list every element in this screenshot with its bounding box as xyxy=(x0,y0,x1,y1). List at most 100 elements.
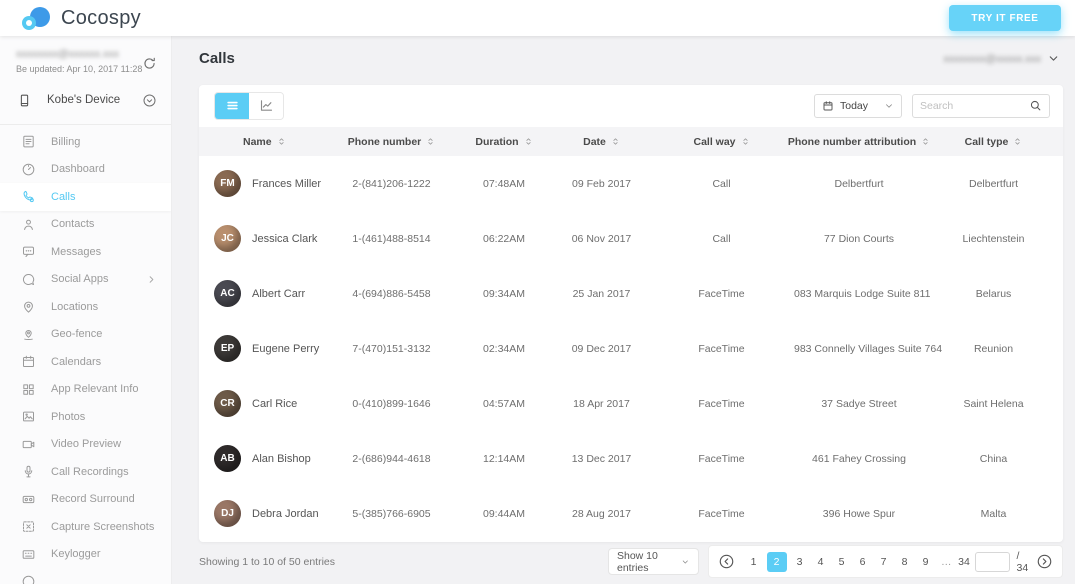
page-number-8[interactable]: 8 xyxy=(897,552,913,572)
chart-view-button[interactable] xyxy=(249,93,283,119)
sidebar-item-label: Billing xyxy=(51,136,80,148)
chevron-down-icon xyxy=(884,101,894,111)
page-number-last[interactable]: 34 xyxy=(956,552,972,572)
sort-icon[interactable] xyxy=(277,135,286,148)
sidebar-item-label: Social Apps xyxy=(51,273,108,285)
attribution-cell: 37 Sadye Street xyxy=(794,398,924,410)
contact-name: Carl Rice xyxy=(252,398,297,410)
account-block: xxxxxxxx@xxxxxx.xxx Be updated: Apr 10, … xyxy=(0,36,171,74)
sidebar-item-contacts[interactable]: Contacts xyxy=(0,211,171,239)
page-number-6[interactable]: 6 xyxy=(855,552,871,572)
avatar: EP xyxy=(214,335,241,362)
column-header-name[interactable]: Name xyxy=(199,135,329,148)
sidebar-item-capture-screenshots[interactable]: Capture Screenshots xyxy=(0,513,171,541)
sidebar-item-social-apps[interactable]: Social Apps xyxy=(0,266,171,294)
show-entries-dropdown[interactable]: Show 10 entries xyxy=(608,548,699,575)
column-header-date[interactable]: Date xyxy=(554,135,649,148)
column-header-phone-number[interactable]: Phone number xyxy=(329,135,454,148)
calendar-icon xyxy=(822,100,834,112)
sort-icon[interactable] xyxy=(741,135,750,148)
try-it-free-button[interactable]: TRY IT FREE xyxy=(949,5,1061,31)
sidebar-item-record-surround[interactable]: Record Surround xyxy=(0,486,171,514)
prev-page-icon[interactable] xyxy=(718,553,735,570)
contact-name: Debra Jordan xyxy=(252,508,319,520)
chart-icon xyxy=(259,98,274,113)
page-number-4[interactable]: 4 xyxy=(813,552,829,572)
call-type-cell: Saint Helena xyxy=(924,398,1063,410)
table-header: Name Phone number Duration Date Call way… xyxy=(199,127,1063,156)
duration-cell: 04:57AM xyxy=(454,398,554,410)
sidebar-item-calendars[interactable]: Calendars xyxy=(0,348,171,376)
sidebar-item-call-recordings[interactable]: Call Recordings xyxy=(0,458,171,486)
attribution-cell: 983 Connelly Villages Suite 764 xyxy=(794,343,924,355)
toolbar: Today xyxy=(199,85,1063,118)
device-selector[interactable]: Kobe's Device xyxy=(0,86,171,114)
search-input[interactable] xyxy=(920,100,1029,112)
pagination-bar: 123456789 … 34 / 34 xyxy=(708,545,1063,578)
recorder-icon xyxy=(21,492,36,507)
sort-icon[interactable] xyxy=(426,135,435,148)
call-way-cell: FaceTime xyxy=(649,398,794,410)
date-filter-dropdown[interactable]: Today xyxy=(814,94,902,118)
page-number-1[interactable]: 1 xyxy=(746,552,762,572)
showing-entries-text: Showing 1 to 10 of 50 entries xyxy=(199,556,335,568)
column-header-call-type[interactable]: Call type xyxy=(924,135,1063,148)
sidebar-item-geo-fence[interactable]: Geo-fence xyxy=(0,321,171,349)
sidebar-item-label: Calls xyxy=(51,191,75,203)
call-type-cell: Malta xyxy=(924,508,1063,520)
list-view-button[interactable] xyxy=(215,93,249,119)
sidebar-item-keylogger[interactable]: Keylogger xyxy=(0,541,171,569)
sort-icon[interactable] xyxy=(524,135,533,148)
sidebar-item-app-relevant-info[interactable]: App Relevant Info xyxy=(0,376,171,404)
account-dropdown[interactable]: xxxxxxxx@xxxxx.xxx xyxy=(943,52,1060,65)
page-jump-input[interactable] xyxy=(975,552,1010,572)
sidebar-item-messages[interactable]: Messages xyxy=(0,238,171,266)
table-row: JC Jessica Clark 1-(461)488-8514 06:22AM… xyxy=(199,211,1063,266)
page-number-3[interactable]: 3 xyxy=(792,552,808,572)
phone-number-cell: 2-(841)206-1222 xyxy=(329,178,454,190)
sort-icon[interactable] xyxy=(611,135,620,148)
contact-name: Frances Miller xyxy=(252,178,321,190)
sidebar-item-calls[interactable]: Calls xyxy=(0,183,171,211)
column-header-duration[interactable]: Duration xyxy=(454,135,554,148)
sidebar-item-label: App Relevant Info xyxy=(51,383,138,395)
dashboard-icon xyxy=(21,162,36,177)
page-number-2[interactable]: 2 xyxy=(767,552,787,572)
brand-title: Cocospy xyxy=(61,7,141,30)
calls-card: Today Name Phone number Duration Date Ca… xyxy=(199,85,1063,542)
next-page-icon[interactable] xyxy=(1036,553,1053,570)
call-way-cell: Call xyxy=(649,233,794,245)
avatar: DJ xyxy=(214,500,241,527)
call-way-cell: FaceTime xyxy=(649,288,794,300)
column-header-call-way[interactable]: Call way xyxy=(649,135,794,148)
table-row: DJ Debra Jordan 5-(385)766-6905 09:44AM … xyxy=(199,486,1063,541)
grid-icon xyxy=(21,382,36,397)
page-number-5[interactable]: 5 xyxy=(834,552,850,572)
sidebar-item-video-preview[interactable]: Video Preview xyxy=(0,431,171,459)
account-name-blurred: xxxxxxxx@xxxxx.xxx xyxy=(943,53,1041,65)
avatar: CR xyxy=(214,390,241,417)
sidebar-item-dashboard[interactable]: Dashboard xyxy=(0,156,171,184)
duration-cell: 07:48AM xyxy=(454,178,554,190)
page-title: Calls xyxy=(199,50,235,67)
page-number-7[interactable]: 7 xyxy=(876,552,892,572)
sidebar-item-label: Keylogger xyxy=(51,548,101,560)
sidebar-item-partial[interactable] xyxy=(0,568,171,584)
sidebar-item-photos[interactable]: Photos xyxy=(0,403,171,431)
chevron-circle-down-icon[interactable] xyxy=(142,93,157,108)
sidebar-item-label: Geo-fence xyxy=(51,328,102,340)
refresh-icon[interactable] xyxy=(142,56,157,71)
sidebar: xxxxxxxx@xxxxxx.xxx Be updated: Apr 10, … xyxy=(0,36,172,584)
sidebar-item-locations[interactable]: Locations xyxy=(0,293,171,321)
search-icon[interactable] xyxy=(1029,99,1042,112)
sort-icon[interactable] xyxy=(1013,135,1022,148)
sidebar-item-label: Locations xyxy=(51,301,98,313)
billing-icon xyxy=(21,134,36,149)
device-name: Kobe's Device xyxy=(47,94,120,106)
sidebar-item-billing[interactable]: Billing xyxy=(0,128,171,156)
contacts-icon xyxy=(21,217,36,232)
table-body: FM Frances Miller 2-(841)206-1222 07:48A… xyxy=(199,156,1063,541)
account-email-blurred: xxxxxxxx@xxxxxx.xxx xyxy=(16,48,157,60)
column-header-phone-number-attribution[interactable]: Phone number attribution xyxy=(794,135,924,148)
page-number-9[interactable]: 9 xyxy=(918,552,934,572)
